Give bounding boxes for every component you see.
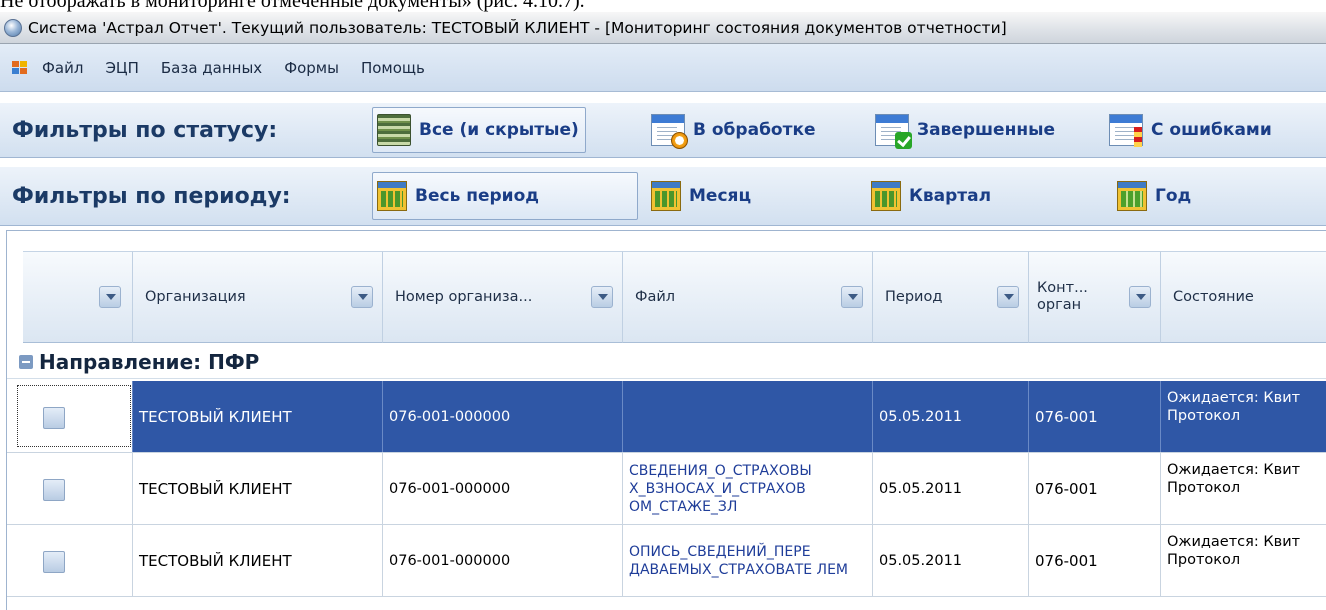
column-label-organization: Организация — [145, 289, 246, 305]
group-row-pfr[interactable]: Направление: ПФР — [7, 345, 1326, 379]
row-select-cell[interactable] — [7, 453, 133, 524]
column-label-file: Файл — [635, 289, 676, 305]
column-header-organization[interactable]: Организация — [133, 251, 383, 343]
filter-errors-button[interactable]: С ошибками — [1104, 107, 1279, 153]
menu-help[interactable]: Помощь — [361, 59, 425, 77]
documents-grid: Организация Номер организа... Файл Перио… — [6, 230, 1326, 610]
cell-org-number: 076-001-000000 — [383, 453, 623, 524]
calendar-icon — [377, 181, 407, 211]
filter-completed-button[interactable]: Завершенные — [870, 107, 1062, 153]
document-clock-icon — [651, 114, 688, 149]
app-logo-icon — [4, 18, 22, 37]
group-label: Направление: ПФР — [39, 349, 260, 374]
cell-file[interactable]: СВЕДЕНИЯ_О_СТРАХОВЫ Х_ВЗНОСАХ_И_СТРАХОВ … — [623, 453, 873, 524]
filter-quarter-button[interactable]: Квартал — [866, 172, 998, 220]
system-menu-icon[interactable] — [12, 60, 28, 75]
column-header-control-body[interactable]: Конт... орган — [1029, 251, 1161, 343]
cell-organization: ТЕСТОВЫЙ КЛИЕНТ — [133, 525, 383, 596]
period-filter-label: Фильтры по периоду: — [12, 183, 291, 209]
cell-organization: ТЕСТОВЫЙ КЛИЕНТ — [133, 453, 383, 524]
filter-completed-label: Завершенные — [917, 120, 1055, 140]
document-check-icon — [875, 114, 912, 149]
filter-all-period-label: Весь период — [415, 186, 539, 206]
column-filter-dropdown-icon[interactable] — [591, 286, 613, 308]
row-checkbox[interactable] — [43, 479, 65, 501]
column-label-state: Состояние — [1173, 289, 1254, 305]
filter-processing-button[interactable]: В обработке — [646, 107, 823, 153]
column-header-state[interactable]: Состояние — [1161, 251, 1326, 343]
filter-all-period-button[interactable]: Весь период — [372, 172, 638, 220]
column-filter-dropdown-icon[interactable] — [99, 286, 121, 308]
filter-processing-label: В обработке — [693, 120, 816, 140]
table-row[interactable]: ТЕСТОВЫЙ КЛИЕНТ 076-001-000000 ОПИСЬ_СВЕ… — [7, 525, 1326, 597]
cell-organization: ТЕСТОВЫЙ КЛИЕНТ — [133, 381, 383, 452]
calendar-green-icon — [1117, 181, 1147, 211]
column-filter-dropdown-icon[interactable] — [351, 286, 373, 308]
calendar-icon — [871, 181, 901, 211]
filter-year-label: Год — [1155, 186, 1192, 206]
column-label-period: Период — [885, 289, 943, 305]
column-filter-dropdown-icon[interactable] — [1129, 286, 1151, 308]
column-header-select[interactable] — [23, 251, 133, 343]
menu-bar: Файл ЭЦП База данных Формы Помощь — [0, 44, 1326, 92]
document-caption: Не отображать в мониторинге отмеченные д… — [0, 0, 585, 12]
collapse-icon[interactable] — [19, 354, 33, 369]
column-label-control-body: Конт... орган — [1037, 280, 1088, 313]
document-stack-icon — [377, 114, 411, 146]
cell-org-number: 076-001-000000 — [383, 525, 623, 596]
row-select-cell[interactable] — [7, 381, 133, 452]
cell-state: Ожидается: Квит Протокол — [1161, 525, 1326, 596]
column-header-period[interactable]: Период — [873, 251, 1029, 343]
column-header-org-number[interactable]: Номер организа... — [383, 251, 623, 343]
status-filter-bar: Фильтры по статусу: Все (и скрытые) В об… — [0, 102, 1326, 158]
filter-quarter-label: Квартал — [909, 186, 992, 206]
row-checkbox[interactable] — [43, 407, 65, 429]
filter-month-button[interactable]: Месяц — [646, 172, 758, 220]
cell-control-body: 076-001 — [1029, 453, 1161, 524]
cell-control-body: 076-001 — [1029, 381, 1161, 452]
table-row[interactable]: ТЕСТОВЫЙ КЛИЕНТ 076-001-000000 05.05.201… — [7, 381, 1326, 453]
filter-year-button[interactable]: Год — [1112, 172, 1198, 220]
cell-state: Ожидается: Квит Протокол — [1161, 381, 1326, 452]
menu-file[interactable]: Файл — [42, 59, 83, 77]
cell-period: 05.05.2011 — [873, 381, 1029, 452]
menu-database[interactable]: База данных — [161, 59, 262, 77]
cell-file — [623, 381, 873, 452]
filter-errors-label: С ошибками — [1151, 120, 1272, 140]
filter-month-label: Месяц — [689, 186, 752, 206]
status-filter-label: Фильтры по статусу: — [12, 117, 278, 143]
cell-org-number: 076-001-000000 — [383, 381, 623, 452]
cell-period: 05.05.2011 — [873, 525, 1029, 596]
menu-forms[interactable]: Формы — [284, 59, 339, 77]
cell-state: Ожидается: Квит Протокол — [1161, 453, 1326, 524]
cell-control-body: 076-001 — [1029, 525, 1161, 596]
window-title: Система 'Астрал Отчет'. Текущий пользова… — [28, 18, 1007, 37]
filter-all-button[interactable]: Все (и скрытые) — [372, 107, 586, 153]
period-filter-bar: Фильтры по периоду: Весь период Месяц Кв… — [0, 166, 1326, 226]
calendar-icon — [651, 181, 681, 211]
window-titlebar: Система 'Астрал Отчет'. Текущий пользова… — [0, 12, 1326, 44]
menu-signature[interactable]: ЭЦП — [105, 59, 138, 77]
filter-all-label: Все (и скрытые) — [419, 120, 579, 140]
table-row[interactable]: ТЕСТОВЫЙ КЛИЕНТ 076-001-000000 СВЕДЕНИЯ_… — [7, 453, 1326, 525]
column-filter-dropdown-icon[interactable] — [997, 286, 1019, 308]
cell-period: 05.05.2011 — [873, 453, 1029, 524]
cell-file[interactable]: ОПИСЬ_СВЕДЕНИЙ_ПЕРЕ ДАВАЕМЫХ_СТРАХОВАТЕ … — [623, 525, 873, 596]
document-error-icon — [1109, 114, 1143, 147]
column-label-org-number: Номер организа... — [395, 289, 533, 305]
column-header-file[interactable]: Файл — [623, 251, 873, 343]
row-select-cell[interactable] — [7, 525, 133, 596]
row-checkbox[interactable] — [43, 551, 65, 573]
column-filter-dropdown-icon[interactable] — [841, 286, 863, 308]
